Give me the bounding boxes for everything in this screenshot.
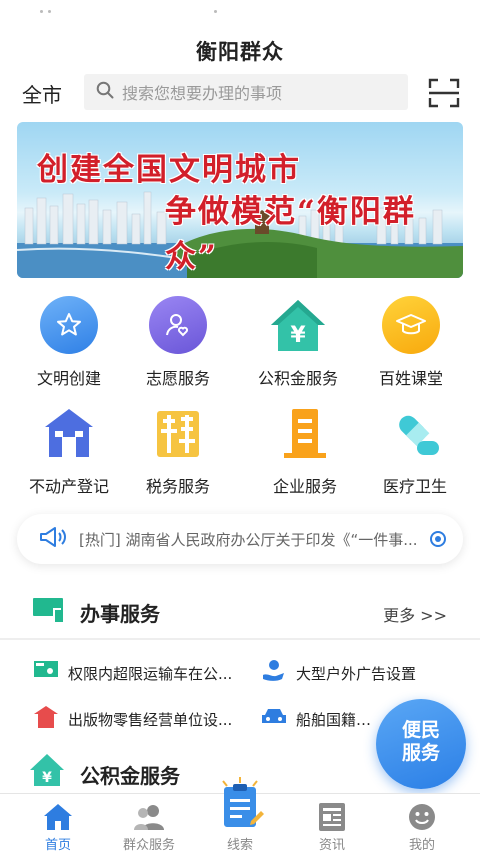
service-item[interactable]: 权限内超限运输车在公... [34, 659, 246, 687]
grid-item-civilization[interactable]: 文明创建 [14, 295, 124, 389]
tab-label: 群众服务 [122, 838, 175, 853]
more-link[interactable]: 更多 >> [383, 602, 447, 626]
grid-label: 医疗卫生 [382, 477, 447, 496]
hot-notice-bar[interactable]: [热门] 湖南省人民政府办公厅关于印发《“一件事... [17, 514, 463, 564]
bottom-tab-bar: 首页 群众服务 线索 资讯 我的 [0, 777, 480, 853]
city-selector[interactable]: 全市 [22, 79, 62, 108]
star-icon [40, 296, 98, 354]
status-dot [40, 10, 43, 13]
grid-label: 税务服务 [145, 477, 210, 496]
search-placeholder: 搜索您想要办理的事项 [122, 84, 283, 103]
hand-user-icon [262, 659, 286, 687]
section-office-services: 办事服务 更多 >> [0, 590, 480, 630]
tab-home[interactable]: 首页 [10, 794, 106, 853]
fab-line1: 便民 [401, 719, 440, 741]
promo-banner[interactable]: 创建全国文明城市 争做模范“衡阳群众” [17, 122, 463, 278]
volunteer-icon [149, 296, 207, 354]
section-title: 公积金服务 [80, 764, 180, 788]
smile-icon [407, 802, 437, 832]
app-title: 衡阳群众 [196, 40, 284, 64]
notice-text: [热门] 湖南省人民政府办公厅关于印发《“一件事... [79, 530, 418, 549]
service-label: 权限内超限运输车在公... [68, 664, 233, 683]
banner-headline: 创建全国文明城市 [37, 152, 301, 188]
grid-label: 文明创建 [36, 369, 101, 388]
graduation-cap-icon [382, 296, 440, 354]
clipboard-icon [212, 777, 268, 828]
service-label: 大型户外广告设置 [296, 664, 417, 683]
car-icon [262, 707, 286, 731]
yuan-house-icon: ¥ [268, 295, 328, 355]
fab-line2: 服务 [401, 742, 440, 764]
divider [0, 638, 480, 640]
service-label: 出版物零售经营单位设... [68, 710, 233, 729]
pill-icon [385, 403, 445, 463]
people-icon [134, 802, 164, 832]
tab-label: 线索 [226, 838, 253, 853]
grid-label: 不动产登记 [28, 477, 109, 496]
grid-item-volunteer[interactable]: 志愿服务 [123, 295, 233, 389]
service-item[interactable]: 出版物零售经营单位设... [34, 705, 246, 733]
megaphone-icon [39, 525, 67, 553]
grid-item-real-estate[interactable]: 不动产登记 [14, 403, 124, 497]
grid-item-medical[interactable]: 医疗卫生 [360, 403, 470, 497]
tab-clues[interactable]: 线索 [192, 777, 288, 853]
yuan-house-icon: ¥ [30, 754, 64, 790]
grid-label: 百姓课堂 [378, 369, 443, 388]
svg-text:¥: ¥ [42, 770, 52, 786]
notice-indicator [430, 531, 446, 547]
news-icon [317, 802, 347, 832]
home-icon [43, 802, 73, 832]
monitor-icon [33, 598, 63, 626]
grid-label: 企业服务 [272, 477, 337, 496]
status-dot [48, 10, 51, 13]
tab-news[interactable]: 资讯 [284, 794, 380, 853]
scan-icon[interactable] [428, 77, 460, 109]
grid-item-classroom[interactable]: 百姓课堂 [356, 295, 466, 389]
office-building-icon [275, 403, 335, 463]
search-input[interactable]: 搜索您想要办理的事项 [84, 74, 408, 110]
store-icon [34, 706, 58, 732]
service-item[interactable]: 大型户外广告设置 [262, 659, 462, 687]
banner-subheadline: 争做模范“衡阳群众” [165, 194, 416, 275]
service-label: 船舶国籍证书 [296, 710, 380, 729]
tab-label: 首页 [44, 838, 71, 853]
tab-label: 我的 [408, 838, 435, 853]
truck-icon [34, 661, 58, 685]
grid-item-tax[interactable]: 税务服务 [123, 403, 233, 497]
status-dot [214, 10, 217, 13]
service-item[interactable]: 船舶国籍证书 [262, 705, 380, 733]
section-title: 办事服务 [80, 602, 160, 626]
grid-item-housing-fund[interactable]: ¥ 公积金服务 [243, 295, 353, 389]
status-bar [0, 0, 480, 28]
tax-icon [148, 403, 208, 463]
tab-mine[interactable]: 我的 [374, 794, 470, 853]
grid-item-enterprise[interactable]: 企业服务 [250, 403, 360, 497]
tab-label: 资讯 [318, 838, 345, 853]
convenience-service-button[interactable]: 便民 服务 [376, 699, 466, 789]
building-icon [39, 403, 99, 463]
search-icon [96, 81, 114, 103]
tab-people-services[interactable]: 群众服务 [101, 794, 197, 853]
svg-text:¥: ¥ [290, 323, 306, 348]
grid-label: 志愿服务 [145, 369, 210, 388]
grid-label: 公积金服务 [257, 369, 338, 388]
